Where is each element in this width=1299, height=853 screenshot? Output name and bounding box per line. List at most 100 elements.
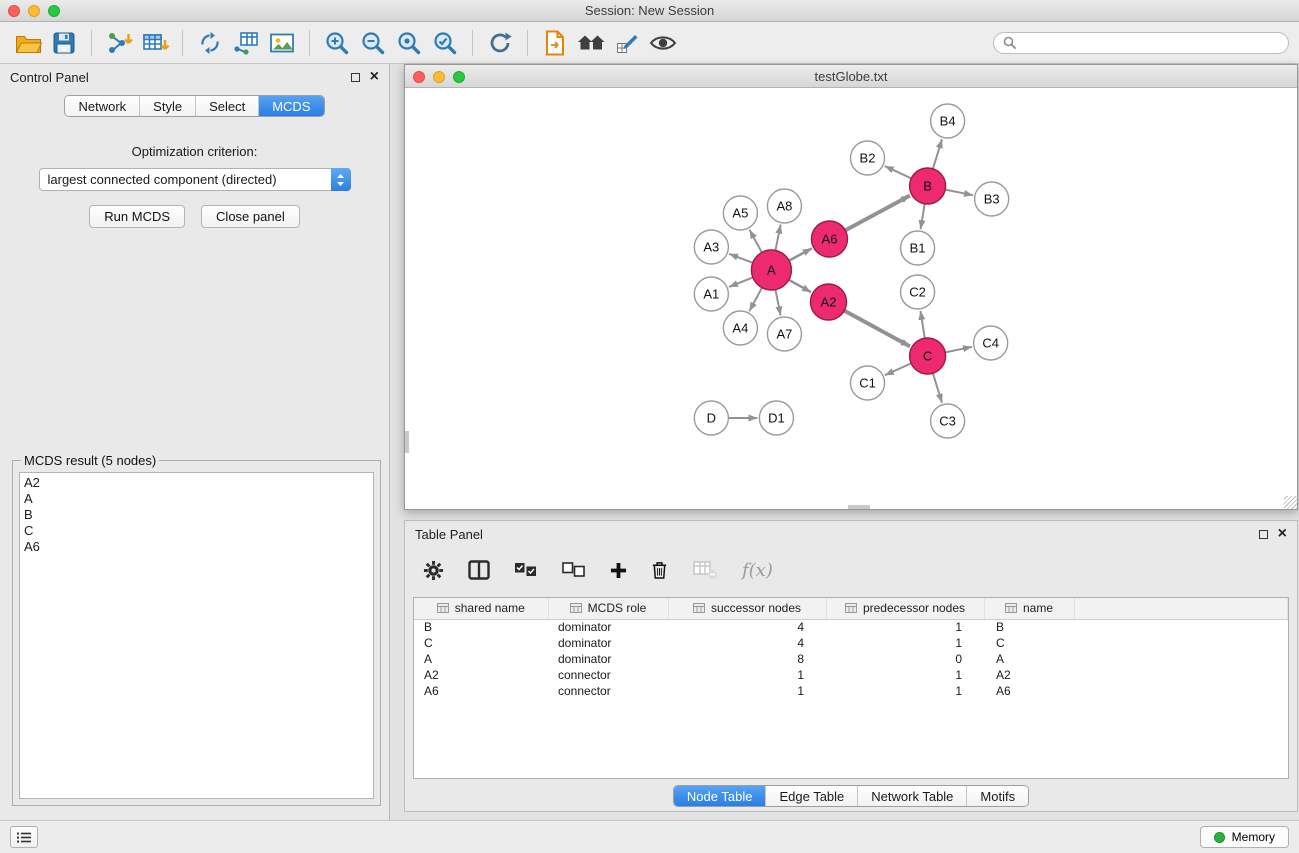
zoom-window-button[interactable] xyxy=(48,5,60,17)
table-cell[interactable]: dominator xyxy=(548,635,668,651)
float-table-panel-icon[interactable] xyxy=(1259,530,1268,539)
select-all-button[interactable] xyxy=(514,562,538,578)
apply-style-button[interactable] xyxy=(609,27,645,59)
tab-node-table[interactable]: Node Table xyxy=(674,786,766,806)
mcds-result-item[interactable]: C xyxy=(24,523,369,539)
zoom-out-button[interactable] xyxy=(355,27,391,59)
close-window-button[interactable] xyxy=(8,5,20,17)
graph-edge-A-A6[interactable] xyxy=(789,248,812,260)
table-cell[interactable]: A6 xyxy=(414,683,548,699)
minimize-network-window-button[interactable] xyxy=(433,71,445,83)
task-history-button[interactable] xyxy=(10,826,38,848)
table-cell[interactable]: dominator xyxy=(548,619,668,635)
deselect-all-button[interactable] xyxy=(562,562,586,578)
zoom-fit-button[interactable] xyxy=(427,27,463,59)
table-cell[interactable]: connector xyxy=(548,683,668,699)
graph-edge-A-A7[interactable] xyxy=(775,290,780,316)
save-session-button[interactable] xyxy=(46,27,82,59)
table-cell[interactable]: B xyxy=(984,619,1074,635)
mcds-result-item[interactable]: A2 xyxy=(24,475,369,491)
horizontal-scroll-stub[interactable] xyxy=(848,505,870,509)
table-cell[interactable]: 1 xyxy=(668,683,826,699)
table-cell[interactable]: 1 xyxy=(826,619,984,635)
table-cell[interactable]: 1 xyxy=(668,667,826,683)
graph-edge-C-C1[interactable] xyxy=(885,363,911,375)
table-cell[interactable]: 8 xyxy=(668,651,826,667)
network-canvas[interactable]: AA6A2BCA1A3A4A5A7A8B1B2B3B4C1C2C3C4DD1 xyxy=(405,88,1297,509)
graph-edge-A-A2[interactable] xyxy=(789,280,811,292)
tab-style[interactable]: Style xyxy=(139,96,195,116)
import-network-button[interactable] xyxy=(101,27,137,59)
table-cell[interactable]: connector xyxy=(548,667,668,683)
graph-edge-B-B1[interactable] xyxy=(921,204,925,229)
table-cell[interactable]: C xyxy=(984,635,1074,651)
table-cell[interactable]: A xyxy=(984,651,1074,667)
import-table-button[interactable] xyxy=(137,27,173,59)
graph-edge-A-A3[interactable] xyxy=(729,254,753,263)
graph-edge-A-A1[interactable] xyxy=(729,277,753,287)
table-cell[interactable]: C xyxy=(414,635,548,651)
tab-mcds[interactable]: MCDS xyxy=(258,96,323,116)
graph-edge-A2-C[interactable] xyxy=(844,311,910,347)
memory-button[interactable]: Memory xyxy=(1200,826,1289,848)
refresh-layout-button[interactable] xyxy=(482,27,518,59)
search-field[interactable] xyxy=(993,32,1289,54)
zoom-in-button[interactable] xyxy=(319,27,355,59)
export-table-button[interactable] xyxy=(228,27,264,59)
tab-network[interactable]: Network xyxy=(65,96,139,116)
home-views-button[interactable] xyxy=(573,27,609,59)
table-cell[interactable]: 1 xyxy=(826,635,984,651)
graph-edge-C-C3[interactable] xyxy=(933,373,942,403)
open-session-button[interactable] xyxy=(10,27,46,59)
table-row[interactable]: Bdominator41B xyxy=(414,619,1288,635)
network-window-titlebar[interactable]: testGlobe.txt xyxy=(405,65,1297,88)
add-column-button[interactable] xyxy=(610,562,627,579)
tab-edge-table[interactable]: Edge Table xyxy=(765,786,857,806)
graph-edge-A6-B[interactable] xyxy=(845,196,910,231)
tab-select[interactable]: Select xyxy=(195,96,258,116)
zoom-network-window-button[interactable] xyxy=(453,71,465,83)
graph-edge-A-A8[interactable] xyxy=(775,225,780,251)
graph-edge-A-A5[interactable] xyxy=(749,230,761,253)
table-settings-button[interactable] xyxy=(423,560,444,581)
zoom-selected-button[interactable] xyxy=(391,27,427,59)
tab-motifs[interactable]: Motifs xyxy=(966,786,1028,806)
table-cell[interactable]: A2 xyxy=(414,667,548,683)
mcds-result-list[interactable]: A2ABCA6 xyxy=(19,472,374,799)
show-hide-button[interactable] xyxy=(645,27,681,59)
table-cell[interactable]: B xyxy=(414,619,548,635)
table-cell[interactable]: 4 xyxy=(668,635,826,651)
mcds-result-item[interactable]: A6 xyxy=(24,539,369,555)
vertical-scroll-stub[interactable] xyxy=(405,431,409,453)
open-document-button[interactable] xyxy=(537,27,573,59)
criterion-dropdown[interactable]: largest connected component (directed) xyxy=(39,168,351,191)
table-row[interactable]: A6connector11A6 xyxy=(414,683,1288,699)
column-header-predecessor-nodes[interactable]: predecessor nodes xyxy=(826,598,984,619)
column-header-mcds-role[interactable]: MCDS role xyxy=(548,598,668,619)
graph-edge-B-B4[interactable] xyxy=(933,139,942,169)
table-cell[interactable]: 0 xyxy=(826,651,984,667)
graph-edge-B-B3[interactable] xyxy=(945,190,973,196)
table-cell[interactable]: dominator xyxy=(548,651,668,667)
table-cell[interactable]: 1 xyxy=(826,667,984,683)
close-table-panel-icon[interactable]: × xyxy=(1278,526,1287,542)
column-header-shared-name[interactable]: shared name xyxy=(414,598,548,619)
close-panel-icon[interactable]: × xyxy=(370,69,379,85)
mcds-result-item[interactable]: B xyxy=(24,507,369,523)
table-row[interactable]: Cdominator41C xyxy=(414,635,1288,651)
graph-edge-C-C2[interactable] xyxy=(920,311,924,338)
resize-handle[interactable] xyxy=(1284,496,1297,509)
table-row[interactable]: A2connector11A2 xyxy=(414,667,1288,683)
table-cell[interactable]: A6 xyxy=(984,683,1074,699)
show-columns-button[interactable] xyxy=(468,560,490,580)
mcds-result-item[interactable]: A xyxy=(24,491,369,507)
graph-edge-C-C4[interactable] xyxy=(945,347,972,353)
run-mcds-button[interactable]: Run MCDS xyxy=(89,205,185,228)
close-network-window-button[interactable] xyxy=(413,71,425,83)
table-cell[interactable]: 1 xyxy=(826,683,984,699)
search-input[interactable] xyxy=(1021,36,1279,50)
graph-edge-B-B2[interactable] xyxy=(885,166,912,178)
table-cell[interactable]: 4 xyxy=(668,619,826,635)
minimize-window-button[interactable] xyxy=(28,5,40,17)
table-cell[interactable]: A xyxy=(414,651,548,667)
